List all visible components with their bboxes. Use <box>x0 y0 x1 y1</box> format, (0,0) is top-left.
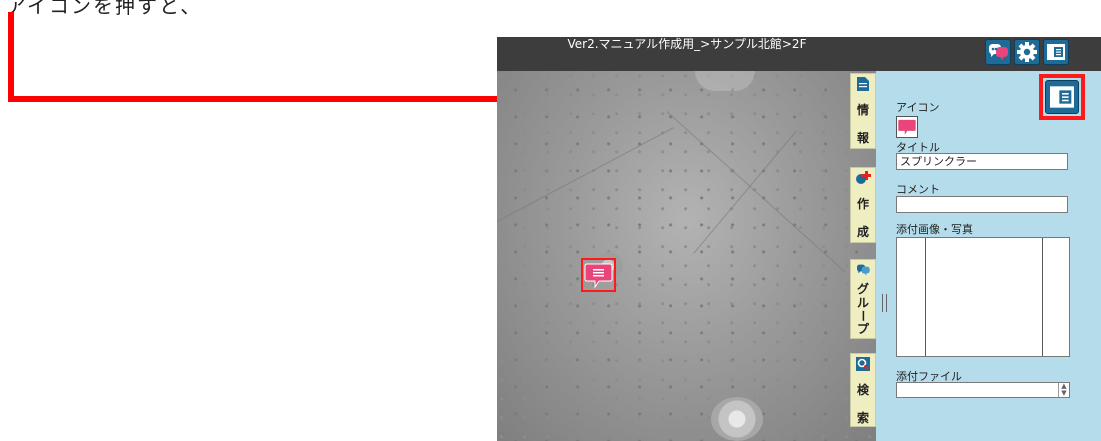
tab-group-char: プ <box>856 322 869 336</box>
panel-close-button[interactable] <box>1045 80 1079 114</box>
ceiling-seam <box>497 127 675 222</box>
annotation-arrow-vertical <box>8 12 14 102</box>
icon-label: アイコン <box>896 101 940 114</box>
attachment-image-area[interactable] <box>896 237 1070 357</box>
comment-label: コメント <box>896 183 940 196</box>
tab-info-char: 情 <box>856 103 869 117</box>
panorama-viewer[interactable] <box>497 71 876 441</box>
info-panel: アイコン タイトル スプリンクラー コメント 添付画像・写真 添付ファイル ▲ ▼ <box>876 71 1101 441</box>
divider <box>1042 238 1043 356</box>
group-icon <box>857 264 870 276</box>
panel-resize-handle[interactable] <box>882 294 887 312</box>
marker-highlight[interactable] <box>581 258 616 292</box>
group-icon <box>989 44 1008 60</box>
tab-search-char: 索 <box>856 411 869 425</box>
spinner-arrows-icon[interactable]: ▲ ▼ <box>1058 383 1069 397</box>
group-button[interactable] <box>985 39 1011 65</box>
breadcrumb: Ver2.マニュアル作成用_>サンプル北館>2F <box>567 37 807 51</box>
title-field[interactable]: スプリンクラー <box>896 153 1068 170</box>
tab-info[interactable]: 情 報 <box>850 73 876 149</box>
ceiling-seam <box>666 111 846 273</box>
comment-marker-icon <box>898 119 916 135</box>
instruction-text: アイコンを押すと、 <box>6 0 203 18</box>
settings-button[interactable] <box>1014 39 1040 65</box>
tab-group-char: ル <box>856 296 869 310</box>
tab-group-char: ー <box>856 310 870 322</box>
header-bar: Ver2.マニュアル作成用_>サンプル北館>2F <box>497 37 1101 71</box>
divider <box>925 238 926 356</box>
tab-create[interactable]: 作 成 <box>850 167 876 243</box>
app-window: Ver2.マニュアル作成用_>サンプル北館>2F 情 報 作 成 グ ル ー プ… <box>497 37 1101 441</box>
comment-field[interactable] <box>896 196 1068 213</box>
file-select-value <box>897 388 900 401</box>
sprinkler-head <box>695 71 755 91</box>
document-icon <box>857 77 869 91</box>
tab-search-char: 検 <box>856 383 869 397</box>
icon-picker[interactable] <box>896 116 918 138</box>
tab-search[interactable]: 検 索 <box>850 353 876 427</box>
attachment-label: 添付画像・写真 <box>896 223 973 236</box>
panel-toggle-button[interactable] <box>1043 39 1069 65</box>
tab-group-char: グ <box>856 282 869 296</box>
add-marker-icon <box>856 171 871 184</box>
panel-toggle-icon <box>1050 86 1074 108</box>
file-select[interactable]: ▲ ▼ <box>896 382 1070 398</box>
gear-icon <box>1017 42 1037 62</box>
comment-marker-icon <box>584 263 613 289</box>
tab-info-char: 報 <box>856 131 869 145</box>
tab-create-char: 作 <box>856 197 869 211</box>
panel-toggle-icon <box>1047 44 1065 60</box>
search-icon <box>856 357 870 371</box>
tab-create-char: 成 <box>856 225 869 239</box>
tab-group[interactable]: グ ル ー プ <box>850 259 876 339</box>
sprinkler-head <box>711 397 763 441</box>
